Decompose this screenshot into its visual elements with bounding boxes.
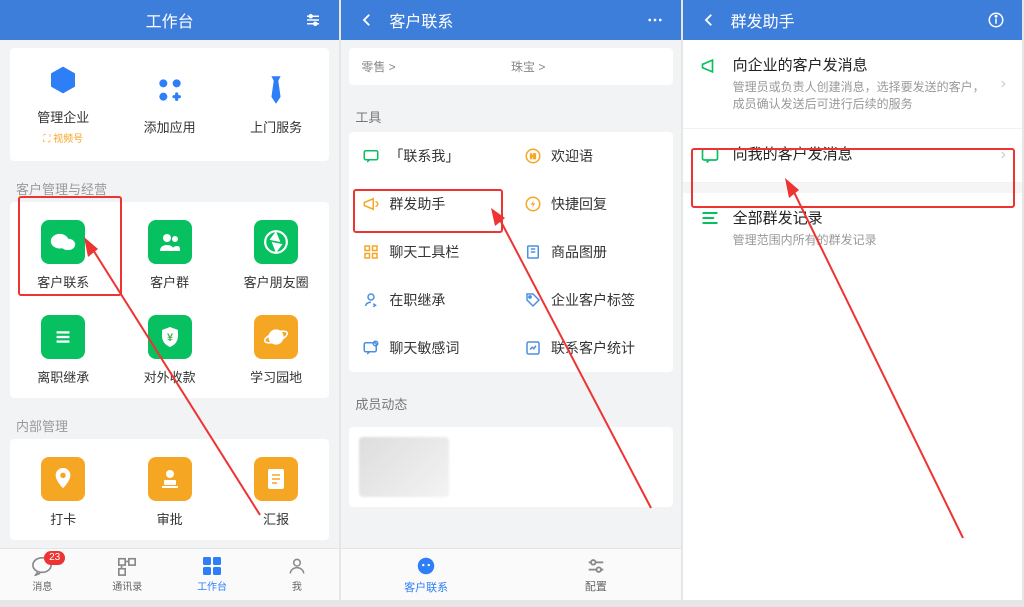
internal-grid: 打卡 审批 汇报 [10,439,329,540]
tab-workbench[interactable]: 工作台 [170,549,255,600]
breadcrumb[interactable]: 零售 > 珠宝 > [349,48,672,85]
tab-messages[interactable]: 消息 23 [0,549,85,600]
learning-garden[interactable]: 学习园地 [223,315,329,386]
section-customer-title: 客户管理与经营 [0,169,339,202]
screen-broadcast: 群发助手 向企业的客户发消息 管理员或负责人创建消息，选择要发送的客户，成员确认… [683,0,1022,600]
lightning-icon [523,195,543,213]
info-icon[interactable] [982,11,1010,29]
tool-product-album[interactable]: 商品图册 [511,228,673,276]
tab-config[interactable]: 配置 [511,549,681,600]
wechat-icon [41,220,85,264]
tool-sensitive-words[interactable]: 聊天敏感词 [349,324,511,372]
external-payment[interactable]: ¥ 对外收款 [116,315,222,386]
tool-grid: 「联系我」 Hi 欢迎语 群发助手 快捷回复 [349,132,672,372]
tool-job-inherit[interactable]: 在职继承 [349,276,511,324]
megaphone-icon [361,195,381,213]
list-icon [41,315,85,359]
customer-moments[interactable]: 客户朋友圈 [223,220,329,291]
customer-contact[interactable]: 客户联系 [10,220,116,291]
back-icon[interactable] [695,11,723,29]
user-transfer-icon [361,291,381,309]
top-row: 管理企业 ⛶ 视频号 添加应用 上门服务 [10,48,329,161]
tool-chat-toolbar[interactable]: 聊天工具栏 [349,228,511,276]
tool-quick-reply[interactable]: 快捷回复 [511,180,673,228]
all-broadcast-records[interactable]: 全部群发记录 管理范围内所有的群发记录 [683,193,1022,263]
members-title: 成员动态 [341,380,680,419]
group-icon [148,220,192,264]
screen-workbench: 工作台 管理企业 ⛶ 视频号 添加应用 上门服务 客户管理与经营 [0,0,339,600]
tab-contacts[interactable]: 通讯录 [85,549,170,600]
leave-inherit[interactable]: 离职继承 [10,315,116,386]
hi-icon: Hi [523,147,543,165]
screen-customer-contact: 客户联系 零售 > 珠宝 > 工具 「联系我」 Hi 欢迎语 [341,0,680,600]
grid-icon [361,243,381,261]
section-internal-title: 内部管理 [0,406,339,439]
tool-broadcast[interactable]: 群发助手 [349,180,511,228]
svg-text:Hi: Hi [530,154,536,160]
tool-contact-me[interactable]: 「联系我」 [349,132,511,180]
tie-icon [261,74,291,109]
customer-grid: 客户联系 客户群 客户朋友圈 离职继承 [10,202,329,398]
yen-shield-icon: ¥ [148,315,192,359]
tool-customer-tags[interactable]: 企业客户标签 [511,276,673,324]
location-pin-icon [41,457,85,501]
chat-outline-icon [699,145,721,165]
apps-plus-icon [154,74,186,109]
tool-welcome[interactable]: Hi 欢迎语 [511,132,673,180]
settings-icon[interactable] [299,11,327,29]
chart-icon [523,339,543,357]
tag-icon [523,291,543,309]
badge: 23 [44,551,65,565]
send-to-enterprise-customers[interactable]: 向企业的客户发消息 管理员或负责人创建消息，选择要发送的客户，成员确认发送后可进… [683,40,1022,129]
svg-text:¥: ¥ [167,332,174,344]
list-lines-icon [699,209,721,227]
blurred-content [359,437,449,497]
planet-icon [254,315,298,359]
customer-group[interactable]: 客户群 [116,220,222,291]
camera-aperture-icon [254,220,298,264]
approval[interactable]: 审批 [116,457,222,528]
onsite-service[interactable]: 上门服务 [223,64,329,145]
titlebar: 工作台 [0,0,339,40]
tool-customer-stats[interactable]: 联系客户统计 [511,324,673,372]
stamp-icon [148,457,192,501]
title: 客户联系 [381,8,640,32]
more-icon[interactable] [641,11,669,29]
titlebar: 客户联系 [341,0,680,40]
title: 工作台 [40,8,299,32]
hexagon-icon [47,64,79,99]
add-app[interactable]: 添加应用 [116,64,222,145]
checkin[interactable]: 打卡 [10,457,116,528]
manage-company[interactable]: 管理企业 ⛶ 视频号 [10,64,116,145]
back-icon[interactable] [353,11,381,29]
bottom-tabs: 消息 23 通讯录 工作台 我 [0,548,339,600]
chevron-right-icon: › [1001,146,1006,164]
titlebar: 群发助手 [683,0,1022,40]
send-to-my-customers[interactable]: 向我的客户发消息 › [683,129,1022,183]
body: 向企业的客户发消息 管理员或负责人创建消息，选择要发送的客户，成员确认发送后可进… [683,40,1022,600]
chat-alert-icon [361,339,381,357]
bottom-tabs: 客户联系 配置 [341,548,680,600]
tab-customer-contact[interactable]: 客户联系 [341,549,511,600]
report[interactable]: 汇报 [223,457,329,528]
chevron-right-icon: › [1001,75,1006,93]
megaphone-outline-icon [699,56,721,76]
chat-icon [361,147,381,165]
book-icon [523,243,543,261]
document-icon [254,457,298,501]
tab-me[interactable]: 我 [254,549,339,600]
member-activity[interactable] [349,427,672,507]
tools-title: 工具 [341,93,680,132]
title: 群发助手 [723,8,982,32]
body: 零售 > 珠宝 > 工具 「联系我」 Hi 欢迎语 群发助手 [341,40,680,600]
